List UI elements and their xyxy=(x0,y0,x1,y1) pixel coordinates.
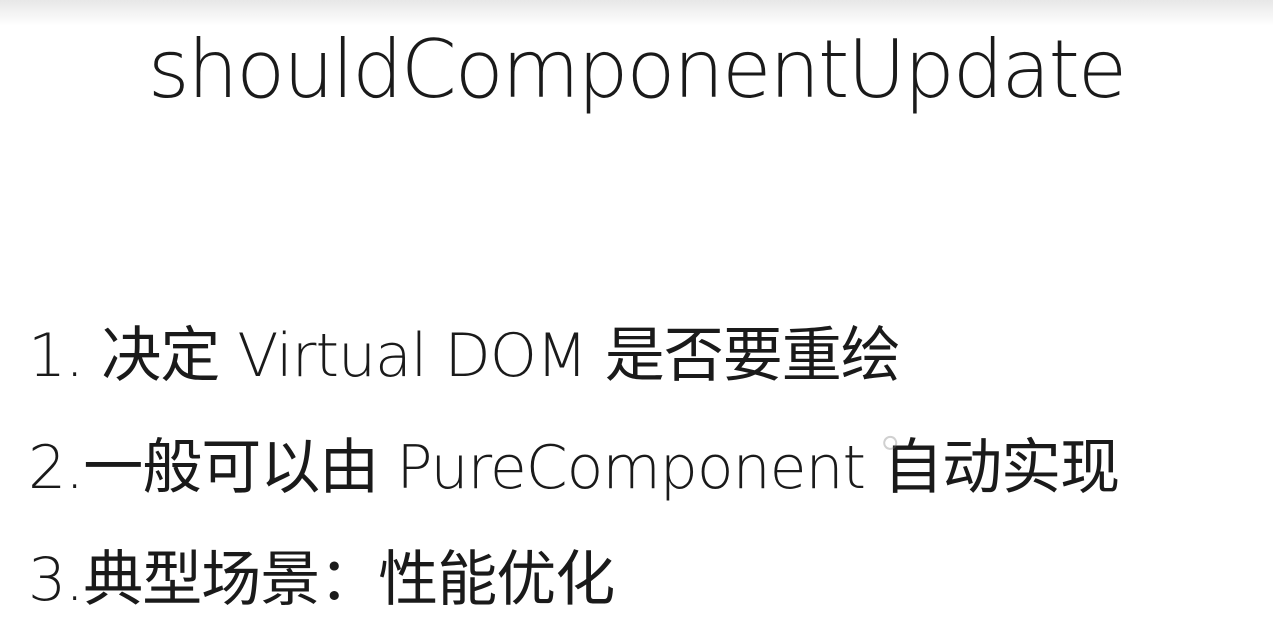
bullet-point-3: 3.典型场景：性能优化 xyxy=(28,545,615,615)
slide-title: shouldComponentUpdate xyxy=(147,23,1127,116)
bullet-list: 1. 决定 Virtual DOM 是否要重绘 2.一般可以由 PureComp… xyxy=(28,300,1120,636)
bullet-point-2: 2.一般可以由 PureComponent 自动实现 xyxy=(28,433,1120,503)
bullet-point-1: 1. 决定 Virtual DOM 是否要重绘 xyxy=(28,321,901,391)
slide: shouldComponentUpdate 1. 决定 Virtual DOM … xyxy=(0,0,1273,637)
